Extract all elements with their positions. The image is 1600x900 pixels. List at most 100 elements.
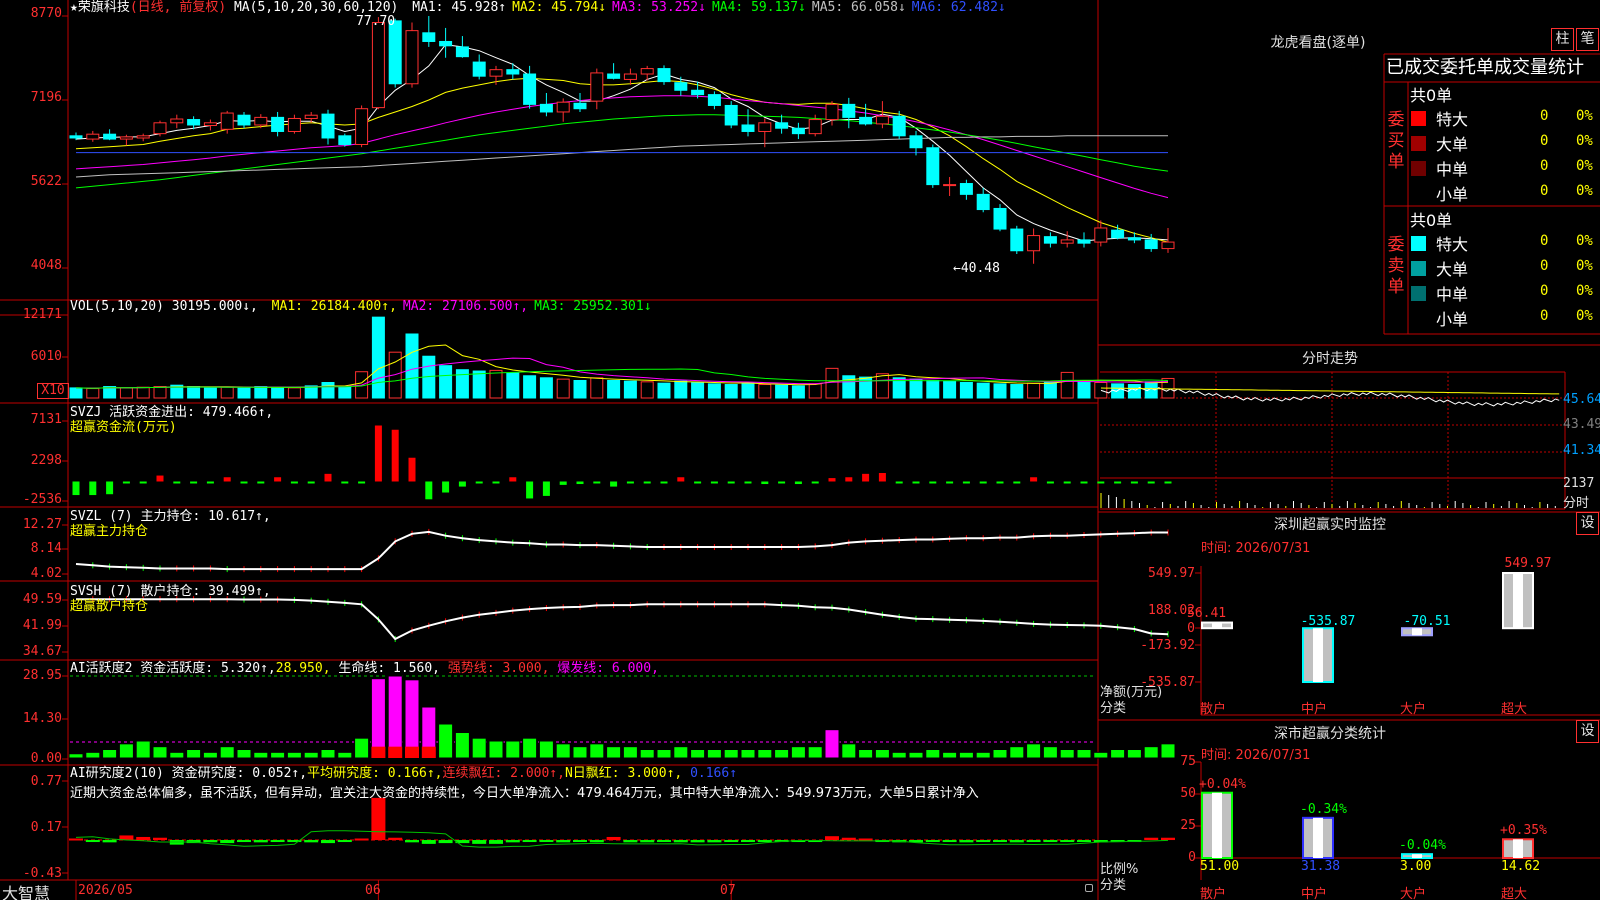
activity-bar (555, 743, 571, 759)
fund-flow-bar (744, 481, 752, 484)
fund-flow-bar (526, 481, 534, 499)
vol-unit-badge[interactable]: X10 (37, 383, 69, 399)
volume-bar (825, 367, 839, 399)
sz-title[interactable]: 深圳超赢实时监控 (1100, 514, 1560, 534)
activity-base (388, 746, 403, 758)
research-bar (489, 840, 503, 844)
research-bar (623, 840, 638, 843)
high-note: 77.70 (356, 14, 396, 29)
sz-settings-button[interactable]: 设 (1576, 512, 1599, 535)
sz-bar-highlight (1513, 573, 1523, 629)
volume-bar (691, 382, 705, 399)
fund-flow-bar (845, 477, 853, 482)
chart-mode[interactable]: (日线, 前复权) (130, 0, 226, 15)
sz-bar-highlight (1412, 628, 1422, 636)
volume-bar (875, 373, 889, 399)
tick-mode-button[interactable]: 笔 (1576, 28, 1599, 51)
star-icon[interactable]: ★ (70, 0, 78, 15)
ss-bar-value: 51.00 (1200, 859, 1240, 874)
research-bar (690, 840, 705, 843)
fund-flow-bar (946, 481, 954, 484)
stock-name[interactable]: 荣旗科技 (78, 0, 130, 15)
ai1-value: 28.950, (275, 661, 331, 676)
volume-bar (640, 381, 654, 399)
svzj-axis-label: 2298 (30, 453, 62, 468)
sz-bar-value: 549.97 (1504, 556, 1552, 571)
volume-bar (506, 372, 520, 399)
volume-bar (993, 383, 1007, 399)
research-bar (1043, 840, 1058, 843)
date-label: 2026/05 (78, 883, 133, 898)
volume-bar (1094, 382, 1108, 399)
size-percent: 0% (1576, 158, 1593, 174)
activity-bar (824, 729, 840, 759)
size-percent: 0% (1576, 258, 1593, 274)
candle (388, 20, 402, 85)
fund-flow-bar (542, 481, 550, 496)
lhb-title[interactable]: 龙虎看盘(逐单) (1098, 32, 1538, 52)
candle (691, 89, 705, 96)
fs-axis-label: 43.49 (1563, 417, 1600, 432)
activity-bar (706, 749, 722, 759)
legend-item: MA6: 62.482↓ (911, 0, 1006, 15)
candle (1161, 241, 1175, 250)
fs-title[interactable]: 分时走势 (1100, 348, 1560, 368)
ss-title[interactable]: 深市超赢分类统计 (1100, 723, 1560, 743)
candle (472, 61, 486, 77)
ss-bar-pct: +0.35% (1500, 823, 1547, 839)
fund-flow-bar (374, 425, 382, 482)
activity-bar (471, 737, 487, 759)
fund-flow-bar (962, 481, 970, 484)
date-label: 07 (720, 883, 736, 898)
fund-flow-bar (458, 481, 466, 487)
volume-bar (304, 385, 318, 399)
fs-axis-label: 41.34 (1563, 443, 1600, 458)
size-swatch (1411, 161, 1426, 176)
candle (623, 73, 637, 80)
activity-bar (387, 675, 403, 759)
legend-item: MA2: 45.794↓ (512, 0, 607, 15)
volume-bar (119, 387, 133, 399)
research-bar (976, 840, 991, 843)
sz-bar-highlight (1313, 628, 1323, 682)
volume-bar (136, 386, 150, 399)
ai1-title: AI活跃度2 资金活跃度: 5.320↑, (70, 661, 276, 676)
activity-bar (757, 749, 773, 759)
lock-icon[interactable] (1085, 884, 1093, 892)
candle (607, 73, 621, 79)
ai1-axis-label: 28.95 (22, 668, 62, 683)
activity-bar (102, 749, 118, 759)
fund-flow-bar (660, 481, 668, 484)
candle (86, 133, 100, 140)
volume-bar (371, 316, 385, 399)
size-value: 0 (1540, 258, 1549, 274)
volume-bar (556, 378, 570, 399)
fund-flow-bar (290, 481, 298, 484)
research-bar (371, 797, 386, 841)
legend-item: MA2: 27106.500↑, (402, 299, 529, 314)
candle (775, 122, 789, 129)
main-axis-label: 7196 (30, 90, 62, 105)
volume-bar (775, 384, 789, 399)
candle (287, 117, 301, 132)
research-bar (1077, 840, 1091, 843)
ss-settings-button[interactable]: 设 (1576, 720, 1599, 743)
candle (187, 119, 201, 126)
activity-bar (908, 751, 924, 759)
fund-flow-bar (559, 481, 567, 485)
volume-bar (623, 380, 637, 399)
activity-bar (320, 749, 336, 759)
main-axis-label: 5622 (30, 174, 62, 189)
volume-bar (741, 382, 755, 399)
main-header: ★荣旗科技(日线, 前复权) MA(5,10,20,30,60,120) MA1… (70, 0, 1006, 15)
app-logo[interactable]: 大智慧 (2, 880, 50, 900)
bar-mode-button[interactable]: 柱 (1551, 28, 1574, 51)
sz-bar-value: -70.51 (1403, 614, 1451, 630)
chart-canvas[interactable] (0, 0, 1600, 900)
size-swatch (1411, 136, 1426, 151)
ai2-header: AI研究度2(10) 资金研究度: 0.052↑,平均研究度: 0.166↑,连… (70, 766, 737, 781)
research-bar (136, 836, 151, 841)
fund-flow-bar (190, 481, 198, 484)
volume-bar (254, 386, 268, 399)
svsh-axis-label: 34.67 (22, 644, 62, 659)
